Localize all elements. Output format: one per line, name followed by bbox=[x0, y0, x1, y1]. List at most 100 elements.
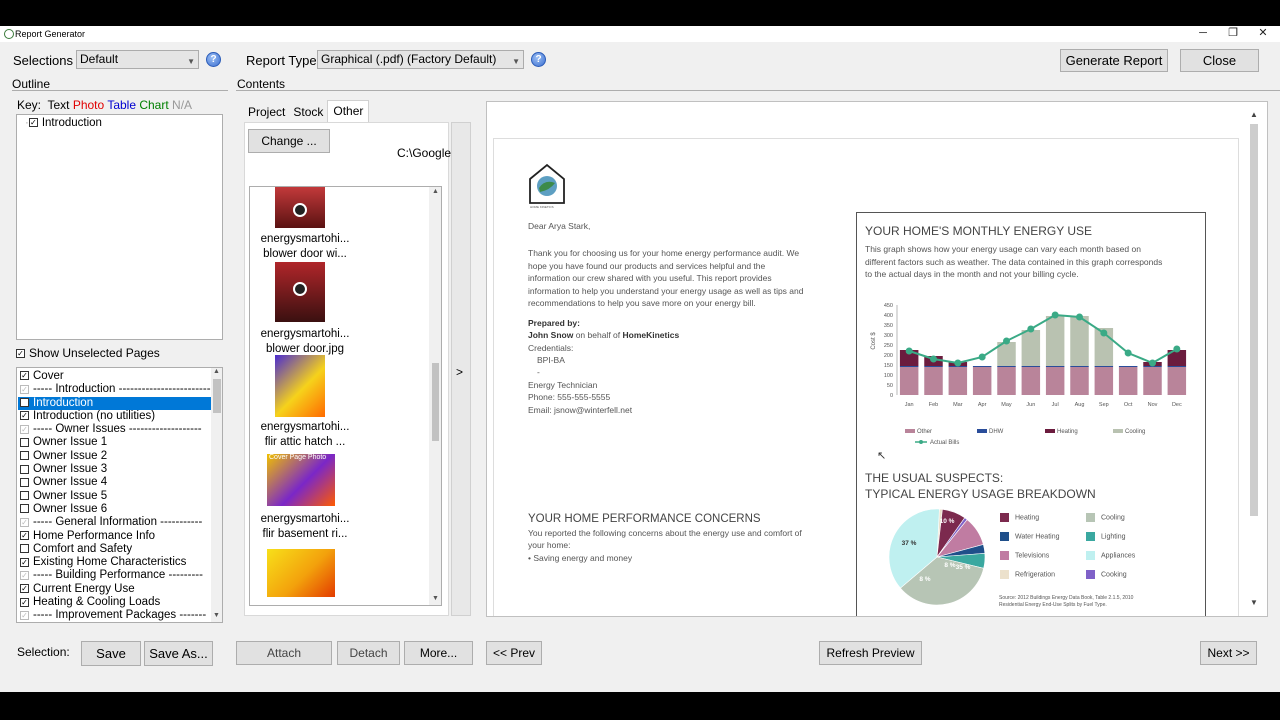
page-list[interactable]: ✓ Cover ✓ ----- Introduction --------------… bbox=[16, 367, 223, 623]
checkbox-icon[interactable] bbox=[20, 464, 29, 474]
tab-other[interactable]: Other bbox=[327, 100, 370, 122]
expand-panel-button[interactable]: > bbox=[451, 122, 471, 616]
scroll-up-icon[interactable]: ▲ bbox=[1250, 110, 1258, 119]
photo-thumbnail[interactable] bbox=[275, 262, 325, 322]
page-list-item[interactable]: ✓ Introduction bbox=[18, 396, 211, 410]
checkbox-icon[interactable] bbox=[20, 504, 29, 514]
checkbox-icon[interactable]: ✓ bbox=[20, 610, 29, 620]
page-list-item[interactable]: ✓ Existing Home Characteristics bbox=[18, 556, 211, 569]
scroll-up-icon[interactable]: ▲ bbox=[432, 188, 439, 195]
close-window-button[interactable]: ✕ bbox=[1248, 26, 1278, 42]
page-list-item[interactable]: ✓ Cover bbox=[18, 370, 211, 383]
page-list-item[interactable]: Owner Issue 6 bbox=[18, 503, 211, 516]
checkbox-icon[interactable]: ✓ bbox=[20, 557, 29, 567]
report-type-combo[interactable]: Graphical (.pdf) (Factory Default) ▼ bbox=[317, 50, 524, 69]
page-list-item[interactable]: Owner Issue 1 bbox=[18, 436, 211, 449]
selections-combo[interactable]: Default ▼ bbox=[76, 50, 199, 69]
checkbox-icon[interactable] bbox=[20, 437, 29, 447]
checkbox-icon[interactable]: ✓ bbox=[20, 411, 29, 421]
page-list-item[interactable]: ✓ Introduction (no utilities) bbox=[18, 410, 211, 423]
save-as-button[interactable]: Save As... bbox=[144, 641, 213, 666]
photo-thumbnail[interactable] bbox=[267, 549, 335, 597]
page-list-item[interactable]: Owner Issue 4 bbox=[18, 476, 211, 489]
photo-list-scrollbar[interactable]: ▲ ▼ bbox=[429, 187, 441, 605]
company-logo bbox=[529, 163, 565, 204]
checkbox-icon[interactable]: ✓ bbox=[20, 384, 29, 394]
tab-project[interactable]: Project bbox=[244, 100, 289, 122]
concerns-text-1: You reported the following concerns abou… bbox=[528, 528, 802, 538]
scroll-up-icon[interactable]: ▲ bbox=[213, 368, 220, 375]
preparer-phone: Phone: 555-555-5555 bbox=[528, 392, 611, 402]
help-icon[interactable]: ? bbox=[206, 52, 221, 67]
checkbox-icon[interactable] bbox=[20, 544, 29, 554]
bar-dhw bbox=[1167, 366, 1187, 367]
page-item-label: Existing Home Characteristics bbox=[33, 556, 187, 569]
change-button[interactable]: Change ... bbox=[248, 129, 330, 153]
intro-line: recommendations to help you save more on… bbox=[528, 298, 756, 308]
page-list-item[interactable]: ✓ ----- Owner Issues ------------------- bbox=[18, 423, 211, 436]
page-list-item[interactable]: ✓ ----- Introduction --------------------… bbox=[18, 383, 211, 396]
checkbox-icon[interactable]: ✓ bbox=[20, 371, 29, 381]
page-list-item[interactable]: ✓ Home Performance Info bbox=[18, 530, 211, 543]
page-list-item[interactable]: ✓ ----- Building Performance --------- bbox=[18, 569, 211, 582]
page-list-item[interactable]: ✓ ----- Improvement Packages ------- bbox=[18, 609, 211, 622]
refresh-preview-button[interactable]: Refresh Preview bbox=[819, 641, 922, 665]
page-list-item[interactable]: Owner Issue 5 bbox=[18, 490, 211, 503]
page-list-item[interactable]: ✓ ----- General Information ----------- bbox=[18, 516, 211, 529]
contents-tabs: Project Stock Other bbox=[244, 100, 370, 122]
page-list-item[interactable]: Owner Issue 2 bbox=[18, 450, 211, 463]
detach-button[interactable]: Detach bbox=[337, 641, 400, 665]
checkbox-icon[interactable]: ✓ bbox=[20, 517, 29, 527]
photo-list[interactable]: energysmartohi... blower door wi... energy… bbox=[249, 186, 442, 606]
checkbox-icon[interactable]: ✓ bbox=[20, 597, 29, 607]
bar-other bbox=[924, 367, 943, 395]
maximize-button[interactable]: ❐ bbox=[1218, 26, 1248, 42]
page-list-scrollbar[interactable]: ▲ ▼ bbox=[211, 368, 222, 622]
scroll-thumb[interactable] bbox=[432, 363, 439, 441]
tree-item-introduction[interactable]: ·✓ Introduction bbox=[25, 117, 102, 129]
photo-thumbnail[interactable] bbox=[275, 355, 325, 417]
preview-scrollbar[interactable]: ▲ ▼ bbox=[1247, 110, 1261, 610]
checkbox-icon[interactable]: ✓ bbox=[20, 424, 29, 434]
close-button[interactable]: Close bbox=[1180, 49, 1259, 72]
page-item-label: ----- Improvement Packages ------- bbox=[33, 609, 207, 622]
scroll-down-icon[interactable]: ▼ bbox=[213, 612, 220, 619]
attach-button[interactable]: Attach bbox=[236, 641, 332, 665]
save-button[interactable]: Save bbox=[81, 641, 141, 666]
page-list-item[interactable]: ✓ Current Energy Use bbox=[18, 583, 211, 596]
key-photo: Photo bbox=[72, 98, 105, 112]
page-item-label: Owner Issue 2 bbox=[33, 449, 108, 462]
outline-tree[interactable]: ·✓ Introduction bbox=[16, 114, 223, 340]
app-icon bbox=[4, 29, 14, 39]
page-list-item[interactable]: Comfort and Safety bbox=[18, 543, 211, 556]
monthly-text-line: This graph shows how your energy usage c… bbox=[865, 244, 1141, 254]
photo-thumbnail[interactable]: Cover Page Photo bbox=[267, 454, 335, 506]
checkbox-icon[interactable]: ✓ bbox=[20, 584, 29, 594]
scroll-thumb[interactable] bbox=[213, 379, 221, 413]
prev-button[interactable]: << Prev bbox=[486, 641, 542, 665]
checkbox-icon[interactable]: ✓ bbox=[28, 118, 38, 128]
checkbox-icon[interactable]: ✓ bbox=[16, 349, 25, 359]
generate-report-button[interactable]: Generate Report bbox=[1060, 49, 1168, 72]
minimize-button[interactable]: ─ bbox=[1188, 26, 1218, 42]
page-list-item[interactable]: Owner Issue 3 bbox=[18, 463, 211, 476]
scroll-down-icon[interactable]: ▼ bbox=[1250, 598, 1258, 607]
show-unselected-checkbox[interactable]: ✓ Show Unselected Pages bbox=[16, 346, 160, 360]
checkbox-icon[interactable]: ✓ bbox=[20, 570, 29, 580]
scroll-down-icon[interactable]: ▼ bbox=[432, 595, 439, 602]
legend-label: Refrigeration bbox=[1015, 571, 1056, 579]
checkbox-icon[interactable]: ✓ bbox=[20, 398, 29, 408]
scroll-thumb[interactable] bbox=[1250, 124, 1258, 516]
checkbox-icon[interactable] bbox=[20, 451, 29, 461]
help-icon[interactable]: ? bbox=[531, 52, 546, 67]
checkbox-icon[interactable]: ✓ bbox=[20, 531, 29, 541]
intro-line: hope you have found our products and ser… bbox=[528, 260, 766, 271]
checkbox-icon[interactable] bbox=[20, 477, 29, 487]
checkbox-icon[interactable] bbox=[20, 491, 29, 501]
next-button[interactable]: Next >> bbox=[1200, 641, 1257, 665]
bar-other bbox=[1167, 367, 1187, 395]
tab-stock[interactable]: Stock bbox=[289, 100, 327, 122]
page-list-item[interactable]: ✓ Heating & Cooling Loads bbox=[18, 596, 211, 609]
more-button[interactable]: More... bbox=[404, 641, 473, 665]
photo-thumbnail[interactable] bbox=[275, 187, 325, 228]
